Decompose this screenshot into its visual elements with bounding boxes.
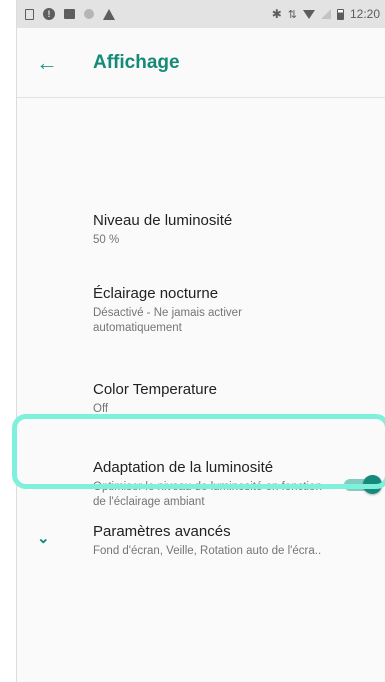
status-icons-right: ✱ ⇅ 12:20 — [272, 7, 380, 21]
setting-subtitle: Fond d'écran, Veille, Rotation auto de l… — [93, 545, 322, 557]
page-title: Affichage — [93, 51, 180, 73]
highlight-box — [12, 414, 385, 489]
status-time: 12:20 — [349, 7, 380, 21]
image-icon — [64, 9, 75, 19]
app-bar: ← Affichage — [17, 28, 385, 98]
setting-title: Éclairage nocturne — [93, 285, 219, 302]
circle-icon — [84, 9, 94, 19]
phone-screen: ! ✱ ⇅ 12:20 ← Affichage Niveau de lumino… — [16, 0, 385, 682]
status-bar: ! ✱ ⇅ 12:20 — [17, 0, 385, 28]
signal-icon — [320, 9, 331, 19]
setting-subtitle: 50 % — [93, 234, 120, 246]
info-icon: ! — [43, 8, 55, 20]
setting-advanced[interactable]: ⌄ Paramètres avancés Fond d'écran, Veill… — [17, 523, 385, 579]
setting-title: Paramètres avancés — [93, 523, 231, 540]
sim-card-icon — [25, 8, 34, 20]
chevron-down-icon: ⌄ — [37, 530, 50, 547]
bluetooth-icon: ✱ — [271, 7, 282, 21]
data-arrows-icon: ⇅ — [287, 8, 297, 21]
warning-icon — [103, 8, 115, 20]
setting-brightness-level[interactable]: Niveau de luminosité 50 % — [17, 212, 385, 248]
battery-icon — [336, 8, 344, 20]
wifi-icon — [302, 9, 315, 19]
setting-subtitle: Désactivé - Ne jamais activer automatiqu… — [93, 307, 242, 334]
setting-color-temperature[interactable]: Color Temperature Off — [17, 381, 385, 417]
setting-title: Color Temperature — [93, 381, 217, 398]
setting-title: Niveau de luminosité — [93, 212, 233, 229]
setting-night-light[interactable]: Éclairage nocturne Désactivé - Ne jamais… — [17, 285, 317, 336]
status-icons-left: ! — [25, 8, 115, 20]
back-arrow-icon[interactable]: ← — [17, 39, 77, 87]
